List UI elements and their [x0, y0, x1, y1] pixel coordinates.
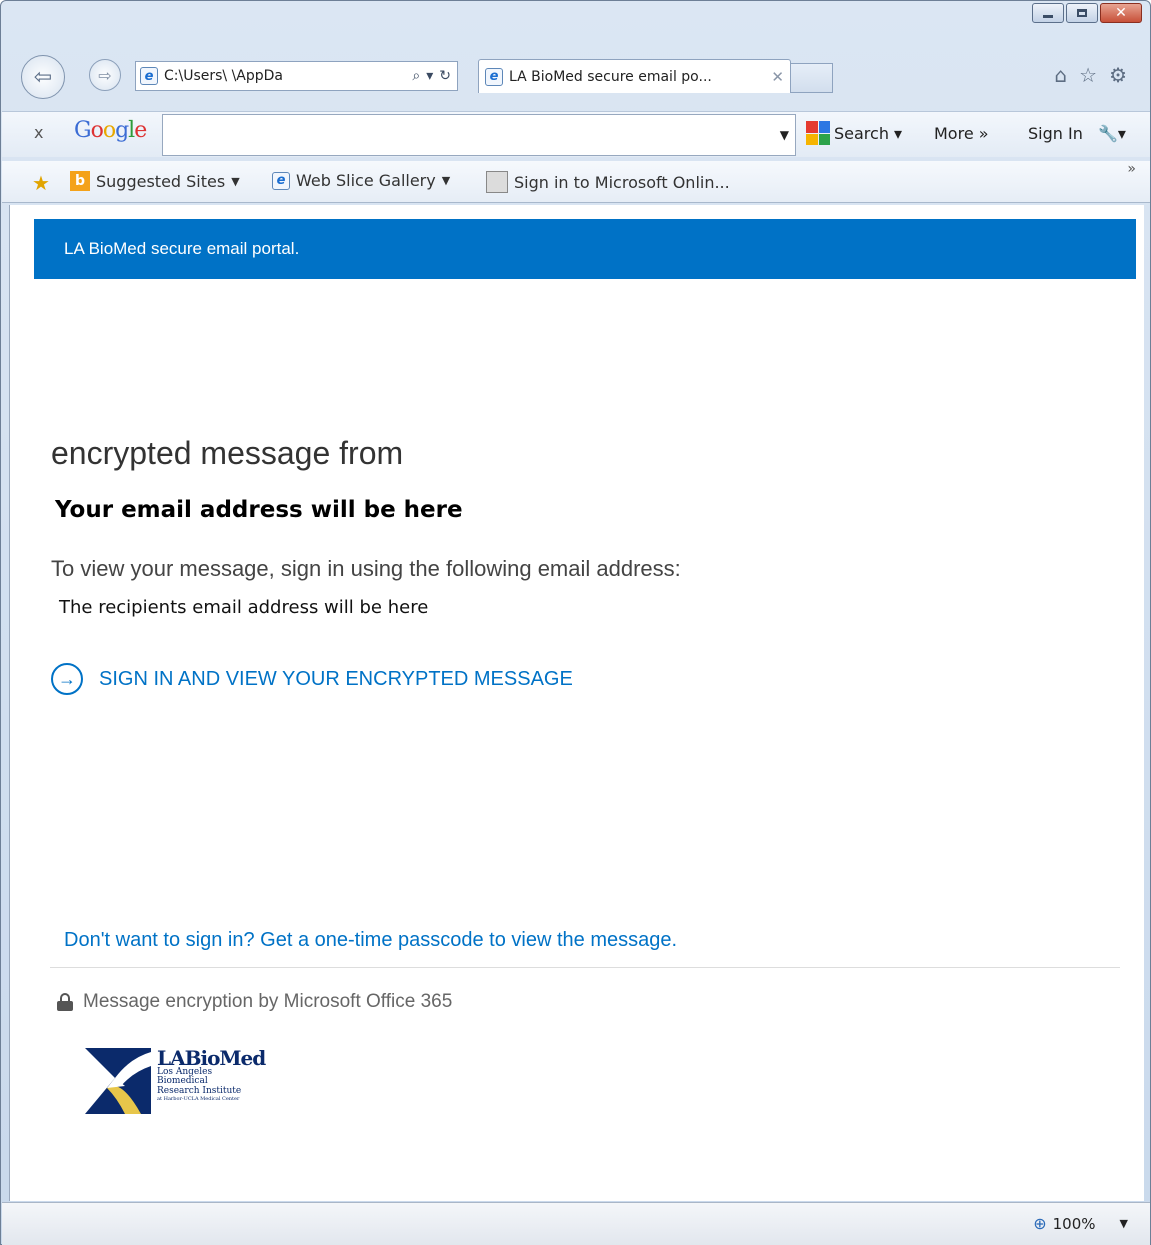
- forward-icon: ⇨: [98, 65, 112, 85]
- favorite-suggested-sites[interactable]: b Suggested Sites ▼: [70, 171, 240, 191]
- one-time-passcode-link[interactable]: Don't want to sign in? Get a one-time pa…: [64, 929, 677, 952]
- toolbar-close-button[interactable]: x: [34, 123, 43, 142]
- page-heading: encrypted message from: [51, 435, 404, 471]
- address-text[interactable]: C:\Users\ \AppDa: [164, 68, 412, 84]
- divider: [50, 967, 1120, 968]
- gear-icon[interactable]: ⚙: [1109, 63, 1127, 87]
- zoom-level: 100%: [1052, 1214, 1096, 1233]
- navigation-bar: ⇦ ⇨ e C:\Users\ \AppDa ⌕ ▾ ↻ e LA BioMed…: [21, 55, 1141, 99]
- google-signin-button[interactable]: Sign In: [1028, 124, 1083, 143]
- ie-icon: e: [272, 171, 290, 190]
- zoom-control[interactable]: ⊕ 100% ▼: [1033, 1214, 1128, 1233]
- back-icon: ⇦: [33, 64, 53, 90]
- tab-close-icon[interactable]: ✕: [771, 68, 784, 86]
- lock-icon: [57, 993, 73, 1011]
- favorites-icon[interactable]: ★: [32, 171, 54, 195]
- logo-name: LABioMed: [157, 1046, 266, 1070]
- ie-page-icon: e: [140, 67, 158, 85]
- favorites-bar: ★ b Suggested Sites ▼ e Web Slice Gallery…: [2, 161, 1150, 203]
- status-bar: ⊕ 100% ▼: [2, 1202, 1150, 1245]
- dropdown-arrow-icon[interactable]: ▾: [426, 68, 433, 84]
- favorite-web-slice-gallery[interactable]: e Web Slice Gallery ▼: [272, 171, 450, 190]
- forward-button[interactable]: ⇨: [89, 59, 121, 91]
- google-search-input-box[interactable]: ▼: [162, 114, 796, 156]
- home-icon[interactable]: ⌂: [1054, 63, 1067, 87]
- encryption-note: Message encryption by Microsoft Office 3…: [57, 991, 452, 1013]
- zoom-dropdown-icon[interactable]: ▼: [1120, 1217, 1128, 1230]
- bing-icon: b: [70, 171, 90, 191]
- sender-email: Your email address will be here: [55, 497, 463, 523]
- new-tab-button[interactable]: [791, 63, 833, 93]
- encryption-note-text: Message encryption by Microsoft Office 3…: [83, 991, 453, 1012]
- favorites-more-icon[interactable]: »: [1127, 161, 1136, 177]
- refresh-icon[interactable]: ↻: [439, 68, 451, 84]
- dropdown-icon: ▼: [441, 174, 451, 187]
- google-search-icon[interactable]: [806, 121, 830, 145]
- search-icon[interactable]: ⌕: [412, 68, 420, 84]
- minimize-button[interactable]: [1032, 3, 1064, 23]
- instructions-text: To view your message, sign in using the …: [51, 556, 681, 581]
- recipient-email: The recipients email address will be her…: [59, 597, 429, 618]
- close-window-button[interactable]: ✕: [1100, 3, 1142, 23]
- signin-link-label: SIGN IN AND VIEW YOUR ENCRYPTED MESSAGE: [99, 667, 573, 690]
- labiomed-logo: LABioMed Los Angeles Biomedical Research…: [85, 1046, 266, 1114]
- microsoft-online-icon: [486, 171, 508, 193]
- browser-window: ✕ ⇦ ⇨ e C:\Users\ \AppDa ⌕ ▾ ↻ e LA BioM…: [0, 0, 1151, 1245]
- dropdown-icon: ▼: [231, 174, 240, 188]
- minimize-icon: [1043, 14, 1053, 18]
- address-bar[interactable]: e C:\Users\ \AppDa ⌕ ▾ ↻: [135, 61, 458, 91]
- ie-tab-icon: e: [485, 67, 503, 86]
- back-button[interactable]: ⇦: [21, 55, 65, 99]
- search-dropdown-icon[interactable]: ▼: [780, 128, 789, 142]
- maximize-icon: [1077, 9, 1087, 17]
- labiomed-logo-mark: [85, 1048, 151, 1114]
- arrow-circle-icon: →: [51, 663, 83, 695]
- google-toolbar: x Google ▼ Search ▾ More » Sign In 🔧▾: [2, 111, 1150, 157]
- signin-link[interactable]: → SIGN IN AND VIEW YOUR ENCRYPTED MESSAG…: [51, 663, 573, 695]
- wrench-icon[interactable]: 🔧▾: [1098, 124, 1126, 143]
- portal-banner: LA BioMed secure email portal.: [34, 219, 1136, 279]
- window-controls: ✕: [1032, 3, 1142, 23]
- maximize-button[interactable]: [1066, 3, 1098, 23]
- close-icon: ✕: [1115, 5, 1127, 21]
- page-viewport: LA BioMed secure email portal. encrypted…: [9, 205, 1144, 1201]
- more-button[interactable]: More »: [934, 124, 989, 143]
- zoom-icon: ⊕: [1033, 1214, 1047, 1233]
- google-logo: Google: [74, 118, 147, 143]
- google-search-button[interactable]: Search ▾: [834, 124, 902, 143]
- tab-title: LA BioMed secure email po...: [509, 68, 712, 85]
- favorites-star-icon[interactable]: ☆: [1079, 63, 1097, 87]
- tab-active[interactable]: e LA BioMed secure email po... ✕: [478, 59, 791, 93]
- favorite-microsoft-online[interactable]: Sign in to Microsoft Onlin...: [486, 171, 730, 193]
- google-search-input[interactable]: [163, 115, 763, 153]
